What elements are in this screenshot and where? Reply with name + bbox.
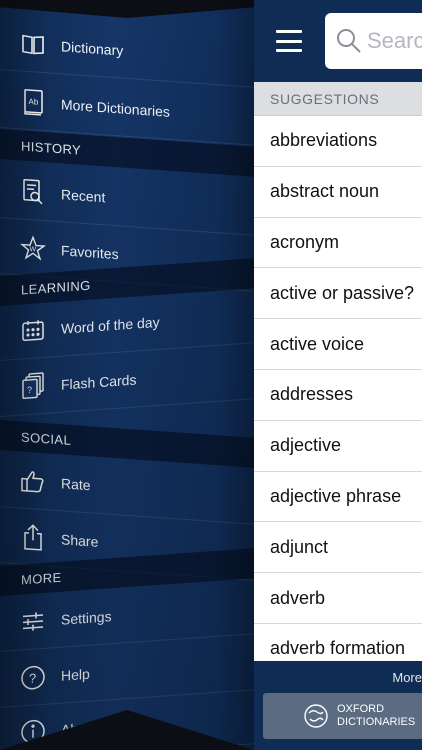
suggestion-item[interactable]: adjective (254, 420, 422, 472)
svg-text:W: W (30, 246, 37, 253)
side-menu: Dictionary Ab More Dictionaries HISTORY … (0, 0, 254, 750)
hamburger-menu-icon[interactable] (276, 30, 302, 52)
brand-line-1: OXFORD (337, 703, 385, 715)
suggestion-item[interactable]: adverb (254, 573, 422, 624)
menu-label: Favorites (61, 241, 119, 262)
dictionary-ab-icon: Ab (20, 88, 46, 116)
menu-label: Recent (61, 185, 106, 205)
menu-label: Share (61, 530, 99, 550)
top-bar (254, 0, 422, 82)
suggestions-header: SUGGESTIONS (254, 82, 422, 116)
recent-document-search-icon (20, 178, 46, 206)
menu-label: Rate (61, 474, 91, 493)
suggestion-item[interactable]: acronym (254, 217, 422, 269)
oxford-dictionaries-label: OXFORD DICTIONARIES (337, 703, 415, 729)
main-panel: SUGGESTIONS abbreviations abstract noun … (254, 0, 422, 750)
bottom-bar: More OXFORD DICTIONARIES (254, 661, 422, 750)
menu-label: Flash Cards (61, 370, 137, 393)
search-input[interactable] (367, 28, 422, 54)
sliders-icon (20, 607, 46, 635)
suggestion-item[interactable]: active or passive? (254, 268, 422, 320)
book-icon (20, 30, 46, 58)
suggestion-item[interactable]: active voice (254, 319, 422, 370)
oxford-globe-logo-icon (303, 703, 329, 729)
calendar-icon (20, 316, 46, 344)
oxford-dictionaries-button[interactable]: OXFORD DICTIONARIES (263, 693, 422, 739)
svg-text:?: ? (29, 670, 36, 685)
search-icon (335, 27, 363, 55)
menu-label: Word of the day (61, 313, 160, 337)
suggestions-list: abbreviations abstract noun acronym acti… (254, 116, 422, 675)
share-icon (20, 523, 46, 551)
help-icon: ? (20, 663, 46, 691)
menu-label: More Dictionaries (61, 95, 170, 120)
suggestion-item[interactable]: adjunct (254, 522, 422, 574)
svg-text:?: ? (27, 384, 32, 394)
svg-text:Ab: Ab (29, 97, 39, 107)
suggestion-item[interactable]: abstract noun (254, 166, 422, 218)
menu-top-edge (0, 0, 254, 18)
thumbs-up-icon (20, 467, 46, 495)
star-w-icon: W (20, 234, 46, 262)
suggestion-item[interactable]: adjective phrase (254, 471, 422, 523)
menu-label: Help (61, 665, 90, 684)
menu-label: Settings (61, 607, 112, 628)
suggestion-item[interactable]: addresses (254, 369, 422, 421)
flash-cards-icon: ? (20, 371, 46, 400)
search-box[interactable] (325, 13, 422, 69)
suggestion-item[interactable]: abbreviations (254, 116, 422, 167)
more-link[interactable]: More (392, 670, 422, 685)
brand-line-2: DICTIONARIES (337, 716, 416, 728)
menu-label: Dictionary (61, 37, 124, 59)
